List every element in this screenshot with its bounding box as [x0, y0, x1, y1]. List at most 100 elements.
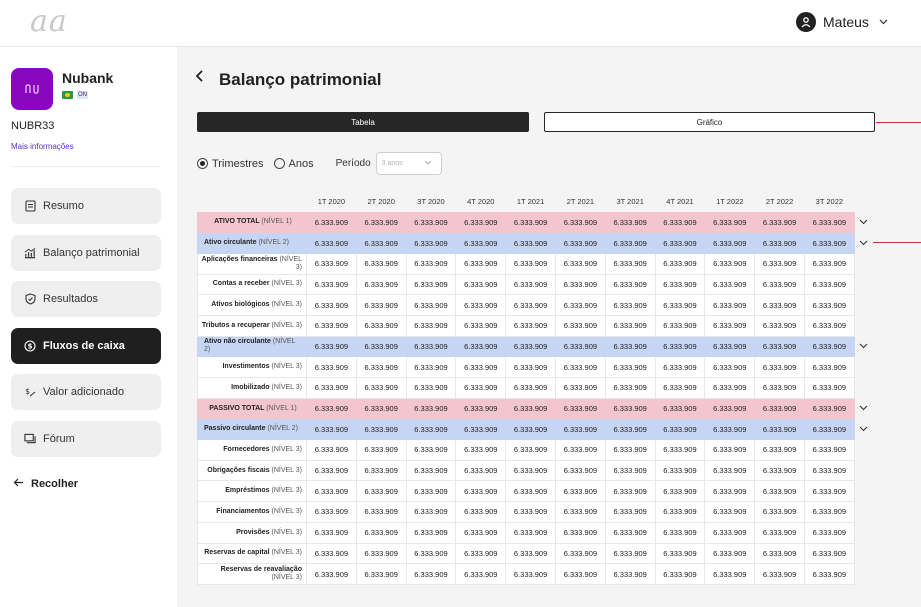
table-cell: 6.333.909	[355, 377, 407, 399]
table-cell: 6.333.909	[505, 397, 556, 420]
row-name: Fornecedores	[223, 445, 270, 453]
row-label: Imobilizado (NÍVEL 3)	[197, 377, 307, 399]
sidebar-item-forum[interactable]: Fórum	[11, 421, 161, 457]
row-name: ATIVO TOTAL	[214, 218, 260, 226]
table-cell: 6.333.909	[505, 294, 556, 316]
table-cell: 6.333.909	[704, 459, 756, 482]
table-header-blank	[198, 192, 307, 212]
table-cell: 6.333.909	[355, 459, 407, 482]
table-row[interactable]: ATIVO TOTAL (NÍVEL 1) 6.333.909 6.333.909 6…	[197, 211, 873, 234]
table-row: Ativos biológicos (NÍVEL 3) 6.333.909 6.33…	[197, 294, 873, 316]
table-cell: 6.333.909	[405, 273, 457, 296]
table-cell: 6.333.909	[704, 563, 756, 585]
user-avatar-icon	[796, 12, 816, 32]
user-menu[interactable]: Mateus	[796, 12, 888, 32]
expand-row-chevron-icon[interactable]	[854, 212, 872, 233]
table-cell: 6.333.909	[604, 501, 656, 523]
expand-row-chevron-icon[interactable]	[854, 398, 872, 419]
table-cell: 6.333.909	[455, 501, 507, 523]
table-cell: 6.333.909	[803, 418, 855, 441]
table-cell: 6.333.909	[455, 542, 507, 565]
table-cell: 6.333.909	[754, 480, 805, 503]
expand-row-chevron-icon[interactable]	[854, 419, 872, 440]
table-cell: 6.333.909	[704, 294, 756, 316]
table-row[interactable]: Passivo circulante (NÍVEL 2) 6.333.909 6.3…	[197, 418, 873, 441]
balance-chart-icon	[24, 247, 36, 259]
row-name: Aplicações financeiras	[201, 255, 278, 263]
radio-anos[interactable]	[273, 158, 285, 169]
table-cell: 6.333.909	[455, 252, 507, 275]
table-cell: 6.333.909	[405, 232, 457, 254]
row-spacer	[854, 460, 872, 481]
table-cell: 6.333.909	[355, 418, 407, 441]
row-label: Aplicações financeiras (NÍVEL 3)	[197, 252, 307, 275]
table-cell: 6.333.909	[704, 335, 756, 358]
tab-tabela[interactable]: Tabela	[197, 112, 529, 132]
table-row: Provisões (NÍVEL 3) 6.333.909 6.333.909 6.3…	[197, 521, 873, 544]
table-cell: 6.333.909	[554, 439, 606, 461]
table-row: Tributos a recuperar (NÍVEL 3) 6.333.909 6…	[197, 314, 873, 337]
table-cell: 6.333.909	[455, 480, 507, 503]
back-arrow-icon[interactable]	[195, 69, 204, 88]
table-cell: 6.333.909	[306, 563, 357, 585]
table-row[interactable]: Ativo circulante (NÍVEL 2) 6.333.909 6.333…	[197, 232, 873, 254]
row-level: (NÍVEL 3)	[271, 507, 302, 515]
table-cell: 6.333.909	[405, 211, 457, 234]
column-header: 4T 2020	[467, 197, 495, 207]
table-row[interactable]: Ativo não circulante (NÍVEL 2) 6.333.909 6…	[197, 335, 873, 358]
column-header: 1T 2020	[317, 197, 346, 207]
table-header-row: 1T 2020 2T 2020 3T 2020 4T 2020 1T 2021 2T 20…	[198, 192, 873, 212]
column-header: 3T 2022	[815, 197, 844, 207]
table-row: Aplicações financeiras (NÍVEL 3) 6.333.90…	[197, 252, 873, 275]
table-cell: 6.333.909	[554, 563, 606, 585]
sidebar-item-balanco[interactable]: Balanço patrimonial	[11, 235, 161, 271]
row-spacer	[854, 522, 872, 543]
table-cell: 6.333.909	[554, 377, 606, 399]
table-cell: 6.333.909	[604, 335, 656, 358]
table-cell: 6.333.909	[803, 232, 855, 254]
table-cell: 6.333.909	[405, 314, 457, 337]
table-row[interactable]: PASSIVO TOTAL (NÍVEL 1) 6.333.909 6.333.90…	[197, 397, 873, 420]
expand-row-chevron-icon[interactable]	[854, 336, 872, 357]
table-cell: 6.333.909	[604, 294, 656, 316]
table-cell: 6.333.909	[803, 252, 855, 275]
divider	[11, 166, 160, 167]
row-spacer	[854, 295, 872, 316]
sidebar-item-resultados[interactable]: Resultados	[11, 281, 161, 317]
table-cell: 6.333.909	[803, 563, 855, 585]
app-logo[interactable]: aa	[30, 4, 68, 39]
radio-anos-label[interactable]: Anos	[289, 158, 314, 170]
company-name: Nubank	[62, 70, 114, 86]
table-cell: 6.333.909	[355, 294, 407, 316]
expand-row-chevron-icon[interactable]	[854, 233, 872, 254]
table-cell: 6.333.909	[505, 501, 556, 523]
table-cell: 6.333.909	[604, 232, 656, 254]
tab-grafico[interactable]: Gráfico	[544, 112, 875, 132]
more-info-link[interactable]: Mais informações	[11, 142, 74, 151]
table-cell: 6.333.909	[455, 521, 507, 544]
sidebar-item-fluxos[interactable]: $ Fluxos de caixa	[11, 328, 161, 364]
table-cell: 6.333.909	[704, 397, 756, 420]
row-level: (NÍVEL 3)	[271, 363, 302, 371]
row-level: (NÍVEL 3)	[271, 487, 302, 495]
table-cell: 6.333.909	[554, 521, 606, 544]
column-header: 2T 2020	[367, 197, 395, 207]
collapse-sidebar-button[interactable]: Recolher	[13, 478, 78, 490]
table-cell: 6.333.909	[704, 377, 756, 399]
sidebar-item-valor[interactable]: $ Valor adicionado	[11, 374, 161, 410]
period-select[interactable]: 3 anos	[375, 152, 442, 175]
table-cell: 6.333.909	[405, 501, 457, 523]
radio-trimestres-label[interactable]: Trimestres	[212, 158, 264, 170]
table-cell: 6.333.909	[754, 314, 805, 337]
sidebar-item-resumo[interactable]: Resumo	[11, 188, 161, 224]
table-cell: 6.333.909	[654, 563, 706, 585]
table-row: Financiamentos (NÍVEL 3) 6.333.909 6.333.9…	[197, 501, 873, 523]
table-cell: 6.333.909	[803, 459, 855, 482]
row-level: (NÍVEL 3)	[271, 280, 302, 288]
radio-trimestres[interactable]	[197, 158, 208, 169]
table-cell: 6.333.909	[355, 356, 407, 378]
row-label: Obrigações fiscais (NÍVEL 3)	[197, 459, 307, 482]
table-cell: 6.333.909	[754, 521, 805, 544]
table-cell: 6.333.909	[554, 211, 606, 234]
table-cell: 6.333.909	[654, 439, 706, 461]
